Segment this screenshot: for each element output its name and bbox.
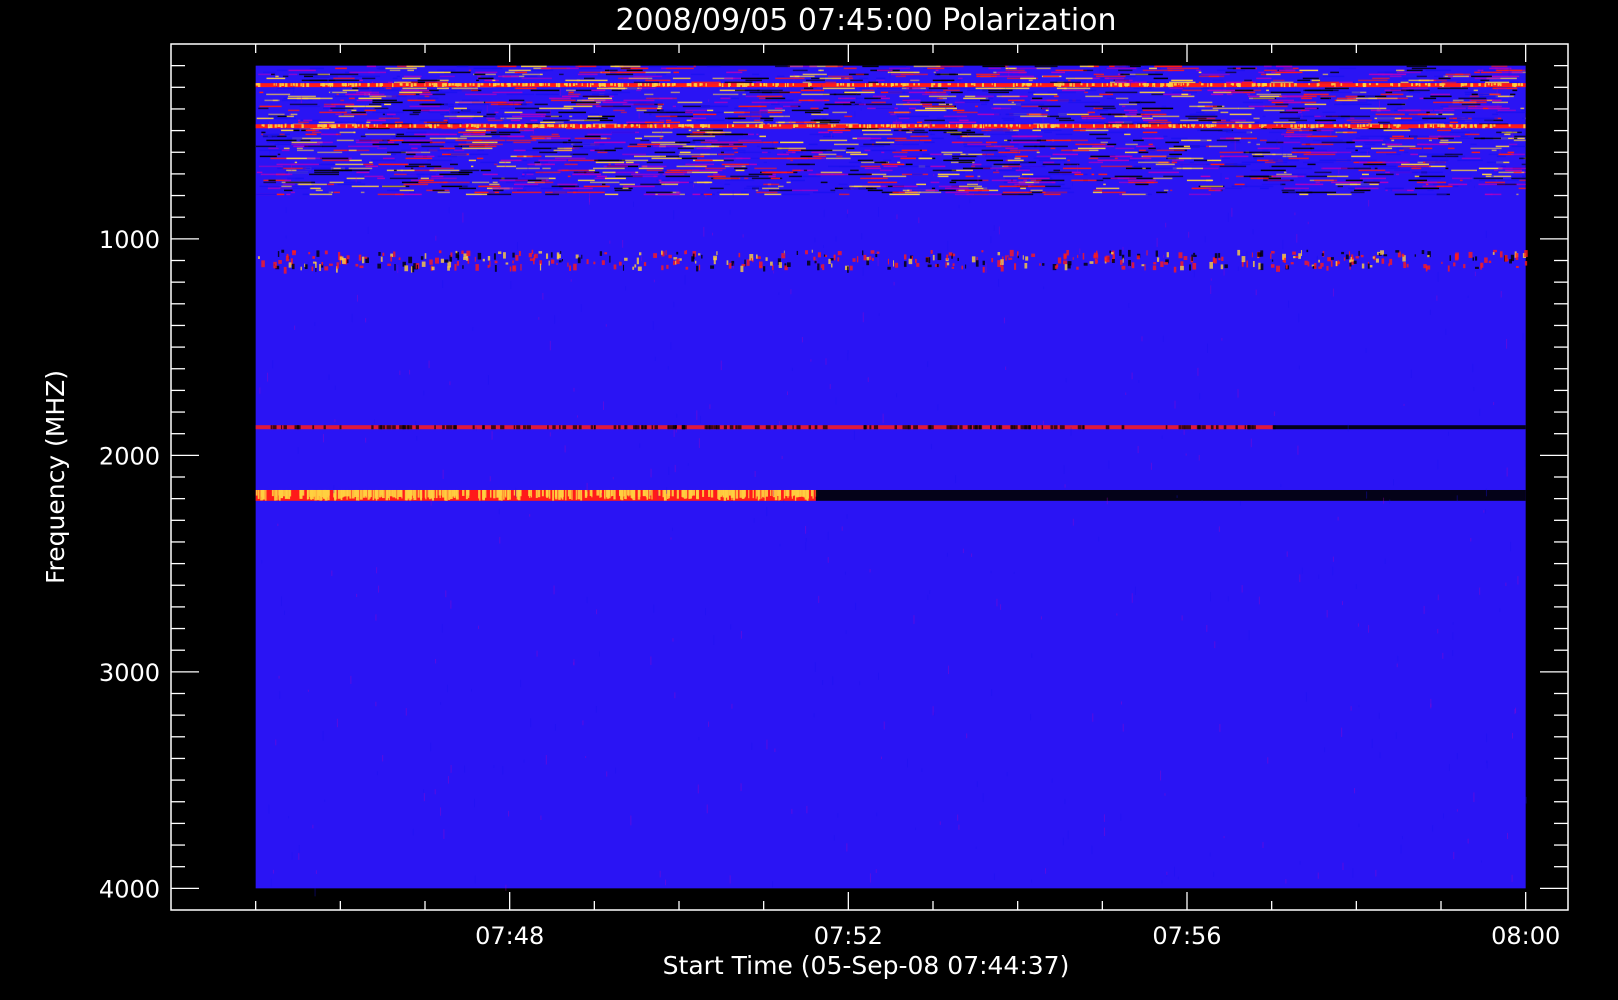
heatmap-background — [255, 65, 1526, 889]
heatmap-feature-2 — [255, 83, 1526, 88]
y-tick-label: 1000 — [99, 226, 160, 254]
y-axis-label: Frequency (MHZ) — [41, 370, 70, 584]
heatmap-feature-6 — [255, 489, 818, 501]
x-tick-label: 08:00 — [1491, 922, 1560, 950]
x-tick-label: 07:48 — [475, 922, 544, 950]
x-tick-label: 07:52 — [814, 922, 883, 950]
heatmap-area — [255, 65, 1528, 897]
y-tick-label: 2000 — [99, 442, 160, 470]
heatmap-feature-4 — [255, 425, 1276, 430]
x-tick-label: 07:56 — [1152, 922, 1221, 950]
heatmap-feature-7 — [815, 489, 1526, 501]
y-tick-label: 3000 — [99, 659, 160, 687]
heatmap-feature-1 — [255, 124, 1526, 129]
x-axis-label: Start Time (05-Sep-08 07:44:37) — [663, 951, 1070, 980]
chart-title: 2008/09/05 07:45:00 Polarization — [615, 3, 1116, 38]
heatmap-feature-5 — [1273, 425, 1526, 430]
y-tick-label: 4000 — [99, 875, 160, 903]
spectrogram-chart: 2008/09/05 07:45:00 Polarization 07:48 07… — [0, 0, 1618, 1000]
